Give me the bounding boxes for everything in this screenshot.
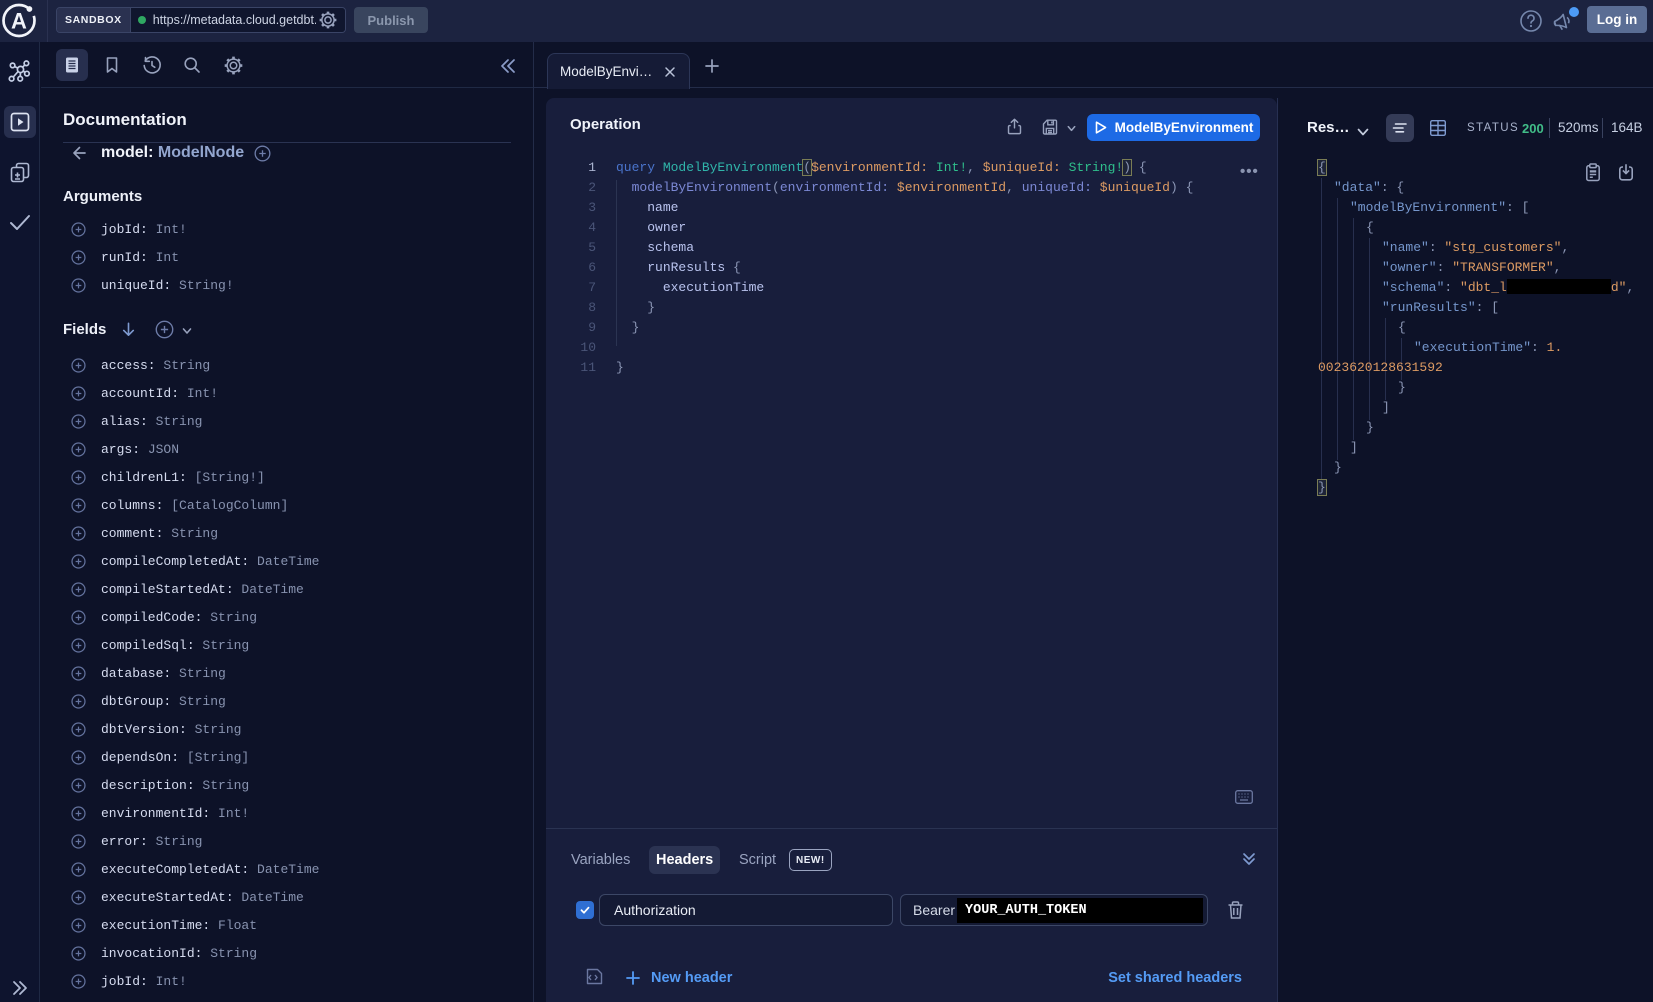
svg-text:A: A bbox=[11, 9, 27, 34]
